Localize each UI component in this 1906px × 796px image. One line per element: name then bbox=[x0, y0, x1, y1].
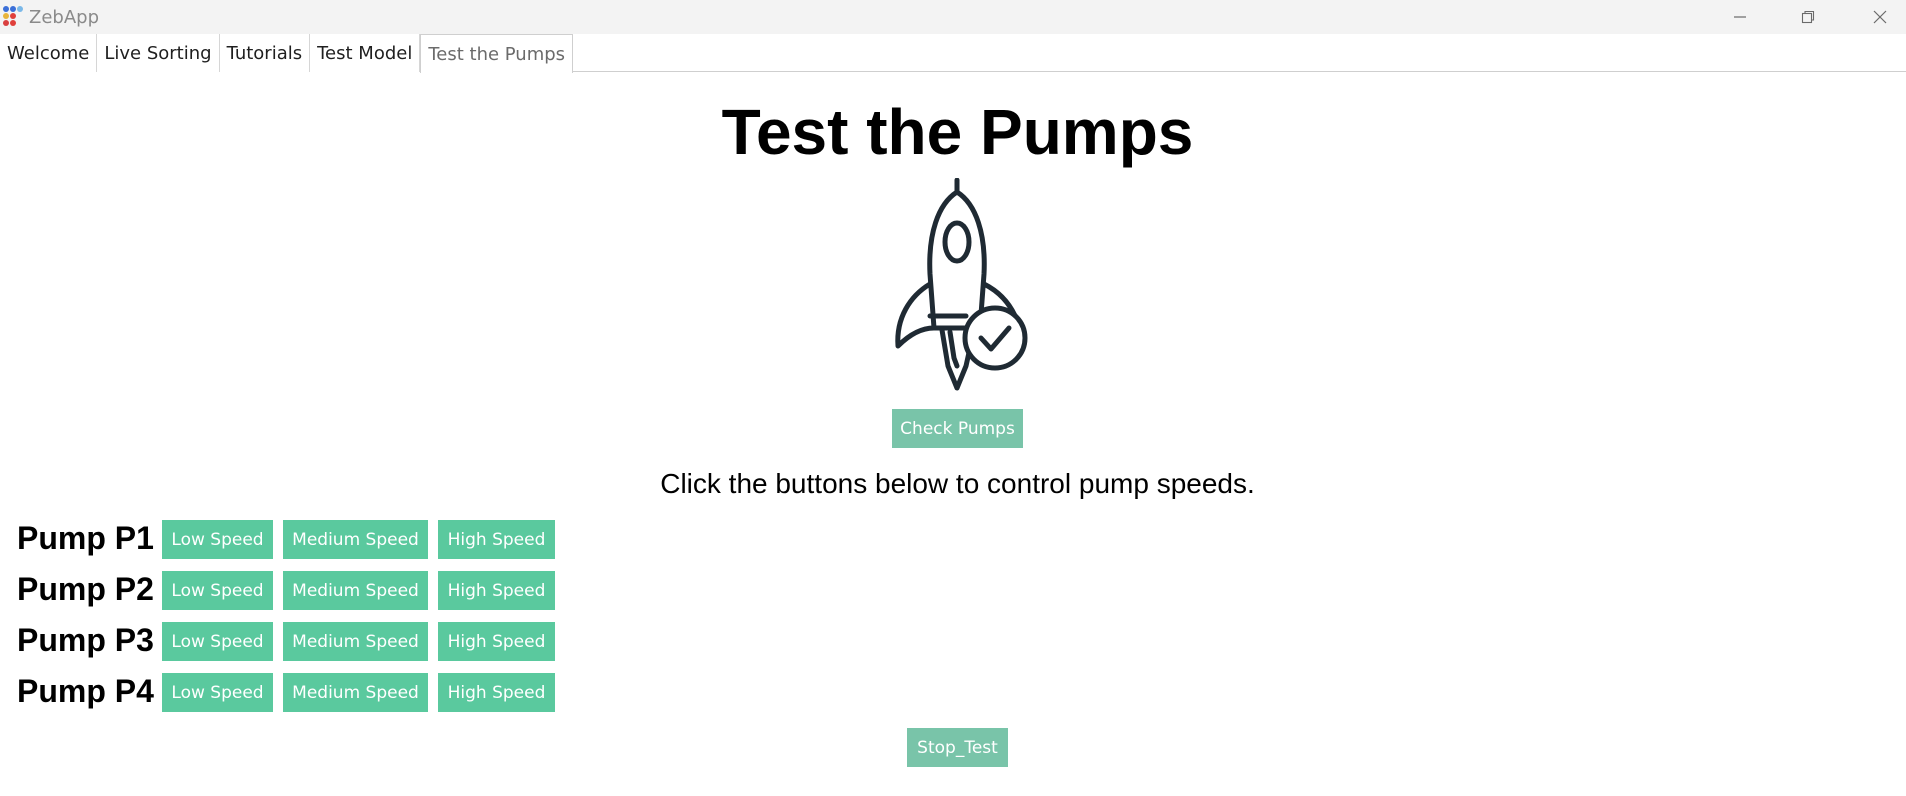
tab-test-model[interactable]: Test Model bbox=[310, 34, 421, 72]
tab-test-the-pumps[interactable]: Test the Pumps bbox=[420, 34, 574, 73]
pump-p2-low-speed-button[interactable]: Low Speed bbox=[162, 571, 273, 610]
minimize-icon bbox=[1734, 16, 1746, 18]
pump-p4-low-speed-button[interactable]: Low Speed bbox=[162, 673, 273, 712]
pump-p4-medium-speed-button[interactable]: Medium Speed bbox=[283, 673, 428, 712]
window-title: ZebApp bbox=[29, 7, 99, 28]
tab-welcome[interactable]: Welcome bbox=[0, 34, 98, 72]
pump-p2-high-speed-button[interactable]: High Speed bbox=[438, 571, 555, 610]
page-title: Test the Pumps bbox=[721, 96, 1194, 168]
close-icon bbox=[1873, 10, 1887, 24]
title-bar: ZebApp bbox=[0, 0, 1906, 34]
stop-test-button[interactable]: Stop_Test bbox=[907, 728, 1008, 767]
app-window: ZebApp Welcome Live Sorting Tutorials Te… bbox=[0, 0, 1906, 796]
pump-p4-label: Pump P4 bbox=[17, 673, 154, 709]
tab-live-sorting[interactable]: Live Sorting bbox=[97, 34, 220, 72]
close-button[interactable] bbox=[1846, 0, 1906, 34]
pump-p3-label: Pump P3 bbox=[17, 622, 154, 658]
rocket-check-icon bbox=[895, 178, 1028, 391]
minimize-button[interactable] bbox=[1706, 0, 1774, 34]
pump-p4-high-speed-button[interactable]: High Speed bbox=[438, 673, 555, 712]
pump-p1-high-speed-button[interactable]: High Speed bbox=[438, 520, 555, 559]
pump-p1-low-speed-button[interactable]: Low Speed bbox=[162, 520, 273, 559]
pump-p3-low-speed-button[interactable]: Low Speed bbox=[162, 622, 273, 661]
tab-tutorials[interactable]: Tutorials bbox=[219, 34, 311, 72]
pump-p2-label: Pump P2 bbox=[17, 571, 154, 607]
pump-p3-medium-speed-button[interactable]: Medium Speed bbox=[283, 622, 428, 661]
pump-p1-label: Pump P1 bbox=[17, 520, 154, 556]
pump-p2-medium-speed-button[interactable]: Medium Speed bbox=[283, 571, 428, 610]
pump-p3-high-speed-button[interactable]: High Speed bbox=[438, 622, 555, 661]
tab-bar: Welcome Live Sorting Tutorials Test Mode… bbox=[0, 34, 1906, 73]
pump-p1-medium-speed-button[interactable]: Medium Speed bbox=[283, 520, 428, 559]
restore-button[interactable] bbox=[1774, 0, 1842, 34]
restore-icon bbox=[1801, 10, 1815, 24]
instructions-text: Click the buttons below to control pump … bbox=[660, 468, 1255, 499]
check-pumps-button[interactable]: Check Pumps bbox=[892, 409, 1023, 448]
tab-list: Welcome Live Sorting Tutorials Test Mode… bbox=[0, 34, 574, 73]
app-logo-icon bbox=[3, 6, 23, 26]
